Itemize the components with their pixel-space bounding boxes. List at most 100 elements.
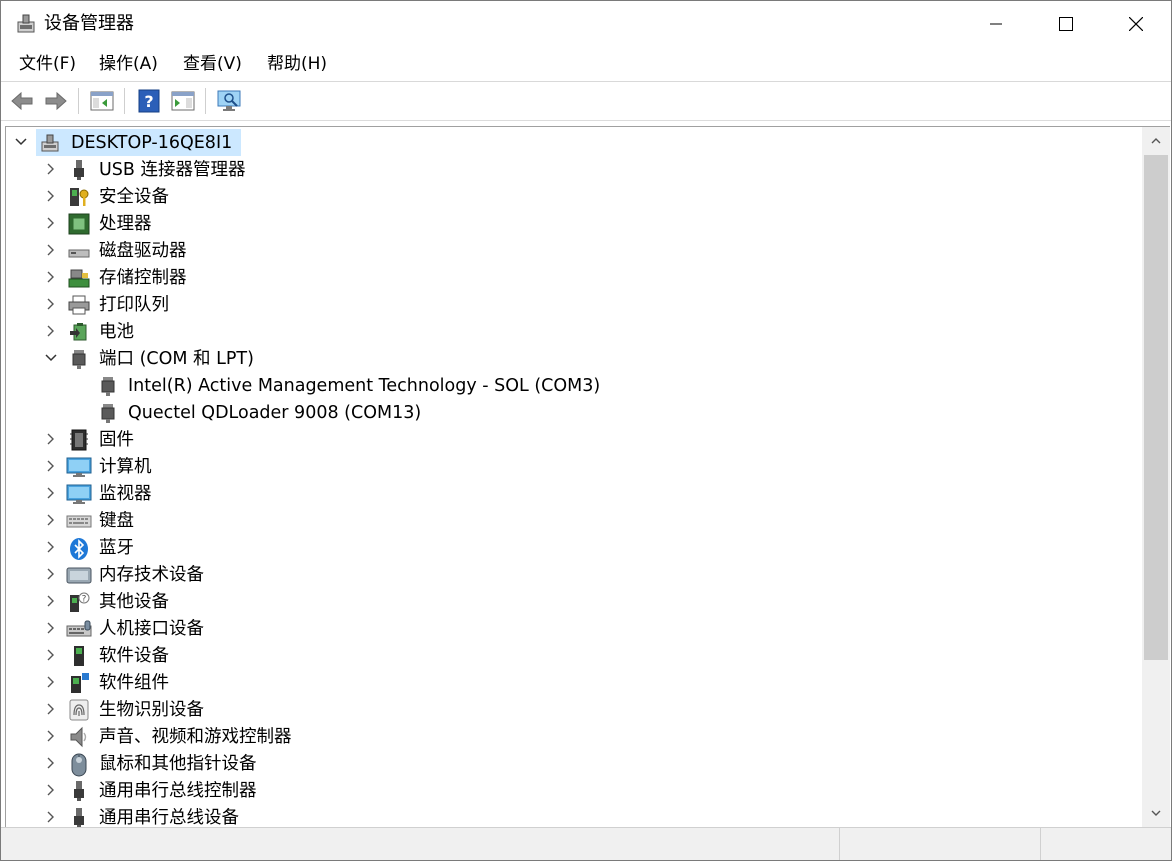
chevron-right-icon[interactable] xyxy=(42,538,60,556)
tree-item-monitors[interactable]: 监视器 xyxy=(6,480,1143,507)
chevron-right-icon[interactable] xyxy=(42,565,60,583)
chevron-right-icon[interactable] xyxy=(42,187,60,205)
scroll-down-button[interactable] xyxy=(1142,801,1170,825)
menu-file[interactable]: 文件(F) xyxy=(17,53,78,75)
port-icon xyxy=(97,402,119,424)
tree-item-mice-pointing-devices[interactable]: 鼠标和其他指针设备 xyxy=(6,750,1143,777)
minimize-button[interactable] xyxy=(961,1,1031,47)
tree-item-label: 软件组件 xyxy=(99,673,169,693)
minimize-icon xyxy=(990,23,1002,25)
device-tree[interactable]: DESKTOP-16QE8I1 USB 连接器管理器 安全设备 处理器 磁盘驱动… xyxy=(5,126,1143,827)
tree-item-label: 监视器 xyxy=(99,484,152,504)
tree-item-firmware[interactable]: 固件 xyxy=(6,426,1143,453)
tree-item-label: 端口 (COM 和 LPT) xyxy=(99,349,254,369)
chevron-right-icon[interactable] xyxy=(42,457,60,475)
chevron-right-icon[interactable] xyxy=(42,754,60,772)
monitor-icon xyxy=(66,483,92,505)
tree-item-computer[interactable]: 计算机 xyxy=(6,453,1143,480)
menu-help[interactable]: 帮助(H) xyxy=(265,53,329,75)
back-button[interactable] xyxy=(9,88,35,114)
tree-item-processors[interactable]: 处理器 xyxy=(6,210,1143,237)
chevron-up-icon xyxy=(1151,138,1161,144)
chevron-right-icon[interactable] xyxy=(42,484,60,502)
tree-item-label: 键盘 xyxy=(99,511,134,531)
close-icon xyxy=(1129,17,1143,31)
chevron-right-icon[interactable] xyxy=(42,295,60,313)
tree-item-security-devices[interactable]: 安全设备 xyxy=(6,183,1143,210)
scroll-up-button[interactable] xyxy=(1142,129,1170,153)
chevron-right-icon[interactable] xyxy=(42,430,60,448)
console-tree-icon xyxy=(90,91,114,111)
status-bar xyxy=(1,827,1171,860)
tree-item-label: USB 连接器管理器 xyxy=(99,160,246,180)
tree-item-label: 通用串行总线设备 xyxy=(99,808,239,827)
forward-button[interactable] xyxy=(43,88,69,114)
maximize-button[interactable] xyxy=(1031,1,1101,47)
tree-item-batteries[interactable]: 电池 xyxy=(6,318,1143,345)
vertical-scrollbar[interactable] xyxy=(1142,126,1170,827)
tree-item-sound-video-game-controllers[interactable]: 声音、视频和游戏控制器 xyxy=(6,723,1143,750)
tree-item-label: 存储控制器 xyxy=(99,268,187,288)
chevron-right-icon[interactable] xyxy=(42,268,60,286)
tree-item-port-intel-amt[interactable]: Intel(R) Active Management Technology - … xyxy=(6,372,1143,399)
help-button[interactable]: ? xyxy=(136,88,162,114)
chevron-down-icon[interactable] xyxy=(12,133,30,151)
tree-item-label: Intel(R) Active Management Technology - … xyxy=(128,376,601,396)
chevron-right-icon[interactable] xyxy=(42,646,60,664)
tree-item-software-devices[interactable]: 软件设备 xyxy=(6,642,1143,669)
tree-item-other-devices[interactable]: ? 其他设备 xyxy=(6,588,1143,615)
tree-item-biometric-devices[interactable]: 生物识别设备 xyxy=(6,696,1143,723)
tree-item-bluetooth[interactable]: 蓝牙 xyxy=(6,534,1143,561)
tree-item-ports[interactable]: 端口 (COM 和 LPT) xyxy=(6,345,1143,372)
svg-text:?: ? xyxy=(144,92,153,111)
chevron-right-icon[interactable] xyxy=(42,160,60,178)
tree-item-usb-devices[interactable]: 通用串行总线设备 xyxy=(6,804,1143,827)
tree-item-disk-drives[interactable]: 磁盘驱动器 xyxy=(6,237,1143,264)
tree-item-keyboards[interactable]: 键盘 xyxy=(6,507,1143,534)
chevron-right-icon[interactable] xyxy=(42,619,60,637)
tree-item-label: 电池 xyxy=(99,322,134,342)
menu-action[interactable]: 操作(A) xyxy=(97,53,160,75)
tree-item-usb-connector-manager[interactable]: USB 连接器管理器 xyxy=(6,156,1143,183)
close-button[interactable] xyxy=(1101,1,1171,47)
chevron-right-icon[interactable] xyxy=(42,700,60,718)
scrollbar-thumb[interactable] xyxy=(1144,155,1168,660)
chevron-right-icon[interactable] xyxy=(42,511,60,529)
software-device-icon xyxy=(68,645,90,667)
scan-hardware-button[interactable] xyxy=(217,88,243,114)
chevron-right-icon[interactable] xyxy=(42,214,60,232)
maximize-icon xyxy=(1059,17,1073,31)
show-hide-action-pane-button[interactable] xyxy=(170,88,196,114)
tree-item-memory-technology-devices[interactable]: 内存技术设备 xyxy=(6,561,1143,588)
tree-item-label: 其他设备 xyxy=(99,592,169,612)
device-manager-icon xyxy=(15,13,37,35)
tree-root-label: DESKTOP-16QE8I1 xyxy=(71,133,233,153)
tree-item-label: 声音、视频和游戏控制器 xyxy=(99,727,292,747)
title-bar[interactable]: 设备管理器 xyxy=(1,1,1171,47)
keyboard-icon xyxy=(66,510,92,532)
chevron-right-icon[interactable] xyxy=(42,673,60,691)
show-hide-console-tree-button[interactable] xyxy=(89,88,115,114)
usb-icon xyxy=(68,807,90,827)
tree-item-label: 磁盘驱动器 xyxy=(99,241,187,261)
usb-connector-icon xyxy=(68,159,90,181)
menu-view[interactable]: 查看(V) xyxy=(181,53,244,75)
chevron-right-icon[interactable] xyxy=(42,241,60,259)
chevron-right-icon[interactable] xyxy=(42,322,60,340)
tree-root[interactable]: DESKTOP-16QE8I1 xyxy=(6,129,1143,156)
tree-item-storage-controllers[interactable]: 存储控制器 xyxy=(6,264,1143,291)
tree-item-software-components[interactable]: 软件组件 xyxy=(6,669,1143,696)
tree-item-usb-controllers[interactable]: 通用串行总线控制器 xyxy=(6,777,1143,804)
tree-item-port-quectel[interactable]: Quectel QDLoader 9008 (COM13) xyxy=(6,399,1143,426)
tree-item-label: 处理器 xyxy=(99,214,152,234)
tree-item-human-interface-devices[interactable]: 人机接口设备 xyxy=(6,615,1143,642)
tree-item-label: 蓝牙 xyxy=(99,538,134,558)
port-icon xyxy=(97,375,119,397)
tree-item-print-queues[interactable]: 打印队列 xyxy=(6,291,1143,318)
chevron-right-icon[interactable] xyxy=(42,727,60,745)
tree-item-label: 打印队列 xyxy=(99,295,169,315)
chevron-right-icon[interactable] xyxy=(42,808,60,826)
chevron-right-icon[interactable] xyxy=(42,592,60,610)
chevron-right-icon[interactable] xyxy=(42,781,60,799)
chevron-down-icon[interactable] xyxy=(42,349,60,367)
